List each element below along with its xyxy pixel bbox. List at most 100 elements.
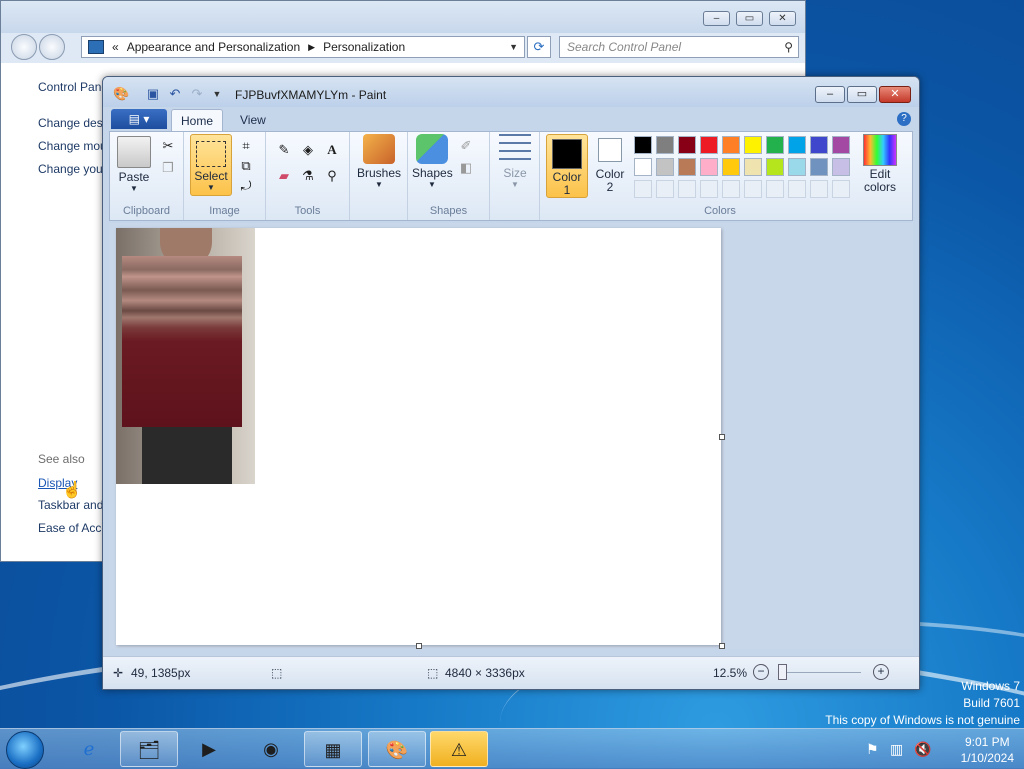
network-icon[interactable]: ▥ — [890, 741, 903, 758]
zoom-out-button[interactable]: − — [753, 664, 769, 680]
cut-icon[interactable]: ✂ — [158, 136, 178, 156]
palette-swatch[interactable] — [744, 136, 762, 154]
custom-color-slot[interactable] — [810, 180, 828, 198]
custom-color-slot[interactable] — [678, 180, 696, 198]
chevron-down-icon[interactable]: ▼ — [509, 42, 518, 52]
zoom-in-button[interactable]: + — [873, 664, 889, 680]
palette-swatch[interactable] — [700, 158, 718, 176]
search-input[interactable]: Search Control Panel ⚲ — [559, 36, 799, 58]
drawing-canvas[interactable] — [116, 228, 725, 649]
shapes-group: Shapes ▼ ✐ ◧ Shapes — [408, 132, 490, 220]
palette-swatch[interactable] — [766, 136, 784, 154]
palette-swatch[interactable] — [810, 136, 828, 154]
forward-button[interactable] — [39, 34, 65, 60]
size-button[interactable]: Size ▼ — [496, 134, 534, 189]
palette-swatch[interactable] — [788, 136, 806, 154]
palette-swatch[interactable] — [744, 158, 762, 176]
breadcrumb-appearance[interactable]: Appearance and Personalization — [127, 40, 300, 54]
tab-home[interactable]: Home — [171, 109, 224, 132]
custom-color-slot[interactable] — [788, 180, 806, 198]
magnifier-icon[interactable]: ⚲ — [322, 166, 342, 186]
resize-icon[interactable]: ⧉ — [236, 156, 256, 176]
palette-swatch[interactable] — [722, 158, 740, 176]
pencil-icon[interactable]: ✎ — [274, 140, 294, 160]
fill-icon[interactable]: ◈ — [298, 140, 318, 160]
save-icon[interactable]: ▣ — [145, 86, 161, 102]
palette-swatch[interactable] — [634, 136, 652, 154]
palette-swatch[interactable] — [832, 136, 850, 154]
custom-color-slot[interactable] — [766, 180, 784, 198]
palette-swatch[interactable] — [722, 136, 740, 154]
paint-maximize-button[interactable]: ▭ — [847, 86, 877, 103]
outline-icon[interactable]: ✐ — [456, 136, 476, 156]
edit-colors-button[interactable]: Edit colors — [858, 134, 902, 194]
explorer-icon[interactable]: 🗂 — [120, 731, 178, 767]
refresh-icon[interactable]: ⟳ — [527, 36, 551, 58]
palette-swatch[interactable] — [766, 158, 784, 176]
eraser-icon[interactable]: ▰ — [274, 166, 294, 186]
palette-swatch[interactable] — [656, 158, 674, 176]
paint-minimize-button[interactable]: – — [815, 86, 845, 103]
color-picker-icon[interactable]: ⚗ — [298, 166, 318, 186]
crop-icon[interactable]: ⌗ — [236, 136, 256, 156]
text-icon[interactable]: A — [322, 140, 342, 160]
file-menu-button[interactable]: ▤ ▾ — [111, 109, 167, 129]
paint-close-button[interactable]: ✕ — [879, 86, 911, 103]
resize-handle-right[interactable] — [719, 434, 725, 440]
custom-color-slot[interactable] — [744, 180, 762, 198]
image-group: Select ▼ ⌗ ⧉ ⤾ Image — [184, 132, 266, 220]
fill-shape-icon[interactable]: ◧ — [456, 158, 476, 178]
customize-qat-icon[interactable]: ▼ — [209, 86, 225, 102]
palette-swatch[interactable] — [788, 158, 806, 176]
palette-swatch[interactable] — [810, 158, 828, 176]
custom-color-slot[interactable] — [832, 180, 850, 198]
media-player-icon[interactable]: ▶ — [180, 731, 238, 767]
palette-swatch[interactable] — [656, 136, 674, 154]
copy-icon[interactable]: ❐ — [158, 158, 178, 178]
color2-button[interactable]: Color 2 — [590, 134, 630, 194]
help-icon[interactable]: ? — [897, 112, 911, 126]
back-button[interactable] — [11, 34, 37, 60]
close-button[interactable]: ✕ — [769, 11, 796, 26]
paste-button[interactable]: Paste ▼ — [116, 136, 152, 193]
canvas-area — [109, 223, 913, 649]
custom-color-slot[interactable] — [700, 180, 718, 198]
tab-view[interactable]: View — [231, 109, 275, 131]
custom-color-slot[interactable] — [722, 180, 740, 198]
redo-icon[interactable]: ↷ — [189, 86, 205, 102]
action-center-flag-icon[interactable]: ⚑ — [866, 741, 879, 758]
shapes-button[interactable]: Shapes ▼ — [412, 134, 453, 189]
undo-icon[interactable]: ↶ — [167, 86, 183, 102]
search-icon[interactable]: ⚲ — [784, 37, 793, 57]
minimize-button[interactable]: – — [703, 11, 730, 26]
system-clock[interactable]: 9:01 PM 1/10/2024 — [961, 734, 1014, 766]
volume-muted-icon[interactable]: 🔇 — [914, 741, 931, 758]
control-panel-taskbar-icon[interactable]: ▦ — [304, 731, 362, 767]
taskbar: ℯ 🗂 ▶ ◉ ▦ 🎨 ⚠ ⚑ ▥ 🔇 9:01 PM 1/10/2024 — [0, 728, 1024, 769]
address-bar[interactable]: « Appearance and Personalization ▶ Perso… — [81, 36, 525, 58]
zoom-slider-thumb[interactable] — [778, 664, 787, 680]
paint-taskbar-icon[interactable]: 🎨 — [368, 731, 426, 767]
resize-handle-corner[interactable] — [719, 643, 725, 649]
start-button[interactable] — [6, 731, 44, 769]
custom-color-slot[interactable] — [656, 180, 674, 198]
select-button[interactable]: Select ▼ — [190, 134, 232, 196]
internet-explorer-icon[interactable]: ℯ — [60, 731, 118, 767]
palette-swatch[interactable] — [700, 136, 718, 154]
maximize-button[interactable]: ▭ — [736, 11, 763, 26]
palette-swatch[interactable] — [678, 136, 696, 154]
palette-swatch[interactable] — [678, 158, 696, 176]
brushes-button[interactable]: Brushes ▼ — [356, 134, 402, 189]
palette-swatch[interactable] — [832, 158, 850, 176]
clipboard-icon — [117, 136, 151, 168]
resize-handle-bottom[interactable] — [416, 643, 422, 649]
zoom-slider-track[interactable] — [779, 672, 861, 673]
warning-taskbar-icon[interactable]: ⚠ — [430, 731, 488, 767]
breadcrumb-personalization[interactable]: Personalization — [323, 40, 405, 54]
chrome-icon[interactable]: ◉ — [242, 731, 300, 767]
custom-color-slot[interactable] — [634, 180, 652, 198]
paint-app-icon[interactable]: 🎨 — [113, 86, 129, 102]
palette-swatch[interactable] — [634, 158, 652, 176]
color1-button[interactable]: Color 1 — [546, 134, 588, 198]
rotate-icon[interactable]: ⤾ — [236, 176, 256, 196]
